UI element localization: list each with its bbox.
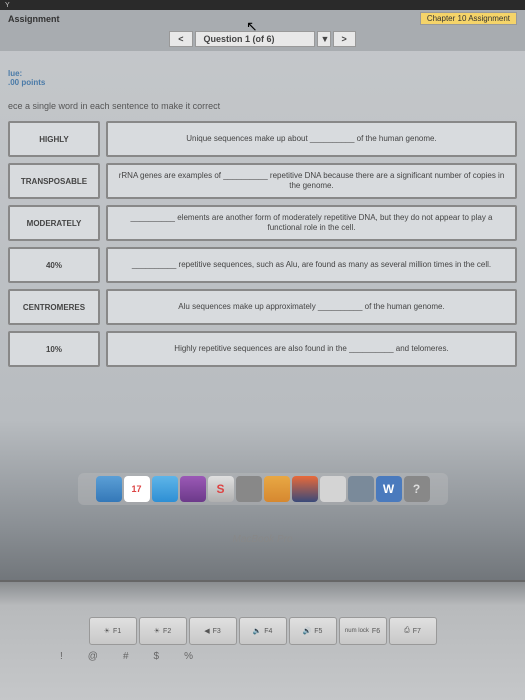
settings-icon[interactable] bbox=[236, 476, 262, 502]
answer-option[interactable]: HIGHLY bbox=[8, 121, 100, 157]
mac-menubar: Y bbox=[0, 0, 525, 10]
sentence-target[interactable]: Alu sequences make up approximately ____… bbox=[106, 289, 517, 325]
itunes-icon[interactable] bbox=[180, 476, 206, 502]
answer-option[interactable]: 40% bbox=[8, 247, 100, 283]
sentence-target[interactable]: Highly repetitive sequences are also fou… bbox=[106, 331, 517, 367]
chrome-icon[interactable] bbox=[264, 476, 290, 502]
calendar-icon[interactable]: 17 bbox=[124, 476, 150, 502]
f3-key: ◀ F3 bbox=[189, 617, 237, 645]
f2-key: ☀ F2 bbox=[139, 617, 187, 645]
answer-option[interactable]: MODERATELY bbox=[8, 205, 100, 241]
appstore-icon[interactable] bbox=[152, 476, 178, 502]
f6-key: num lock F6 bbox=[339, 617, 387, 645]
question-indicator[interactable]: Question 1 (of 6) bbox=[195, 31, 315, 47]
key-symbol: % bbox=[184, 651, 193, 662]
sentence-target[interactable]: rRNA genes are examples of __________ re… bbox=[106, 163, 517, 199]
menubar-item: Y bbox=[5, 2, 10, 9]
assignment-header: Assignment Chapter 10 Assignment bbox=[0, 10, 525, 27]
matching-exercise: HIGHLY TRANSPOSABLE MODERATELY 40% CENTR… bbox=[0, 117, 525, 371]
sentence-target[interactable]: __________ elements are another form of … bbox=[106, 205, 517, 241]
app-icon[interactable] bbox=[320, 476, 346, 502]
question-nav: < Question 1 (of 6) ▼ > bbox=[0, 27, 525, 51]
f4-key: 🔈 F4 bbox=[239, 617, 287, 645]
answer-column: HIGHLY TRANSPOSABLE MODERATELY 40% CENTR… bbox=[8, 121, 100, 367]
sentence-column: Unique sequences make up about _________… bbox=[106, 121, 517, 367]
laptop-brand: MacBook Pro bbox=[0, 534, 525, 545]
key-symbol: # bbox=[123, 651, 129, 662]
chapter-button[interactable]: Chapter 10 Assignment bbox=[420, 12, 517, 25]
key-symbol: ! bbox=[60, 651, 63, 662]
safari-icon[interactable]: S bbox=[208, 476, 234, 502]
firefox-icon[interactable] bbox=[292, 476, 318, 502]
points-label: lue: bbox=[8, 69, 525, 78]
next-question-button[interactable]: > bbox=[333, 31, 356, 47]
points-section: lue: .00 points bbox=[0, 51, 525, 89]
mac-dock: 17 S W ? bbox=[78, 473, 448, 505]
key-symbol: @ bbox=[88, 651, 98, 662]
f5-key: 🔊 F5 bbox=[289, 617, 337, 645]
assignment-title: Assignment bbox=[8, 14, 60, 24]
f7-key: ⎙ F7 bbox=[389, 617, 437, 645]
keyboard: ☀ F1 ☀ F2 ◀ F3 🔈 F4 🔊 F5 num lock F6 ⎙ F… bbox=[0, 580, 525, 700]
function-key-row: ☀ F1 ☀ F2 ◀ F3 🔈 F4 🔊 F5 num lock F6 ⎙ F… bbox=[0, 617, 525, 645]
f1-key: ☀ F1 bbox=[89, 617, 137, 645]
answer-option[interactable]: TRANSPOSABLE bbox=[8, 163, 100, 199]
answer-option[interactable]: CENTROMERES bbox=[8, 289, 100, 325]
app-icon[interactable] bbox=[348, 476, 374, 502]
word-icon[interactable]: W bbox=[376, 476, 402, 502]
sentence-target[interactable]: __________ repetitive sequences, such as… bbox=[106, 247, 517, 283]
prev-question-button[interactable]: < bbox=[169, 31, 192, 47]
sentence-target[interactable]: Unique sequences make up about _________… bbox=[106, 121, 517, 157]
finder-icon[interactable] bbox=[96, 476, 122, 502]
app-icon[interactable]: ? bbox=[404, 476, 430, 502]
answer-option[interactable]: 10% bbox=[8, 331, 100, 367]
question-dropdown[interactable]: ▼ bbox=[317, 31, 331, 47]
number-row-symbols: ! @ # $ % bbox=[0, 645, 525, 662]
instruction-text: ece a single word in each sentence to ma… bbox=[0, 89, 525, 117]
points-value: .00 points bbox=[8, 78, 525, 87]
key-symbol: $ bbox=[154, 651, 160, 662]
